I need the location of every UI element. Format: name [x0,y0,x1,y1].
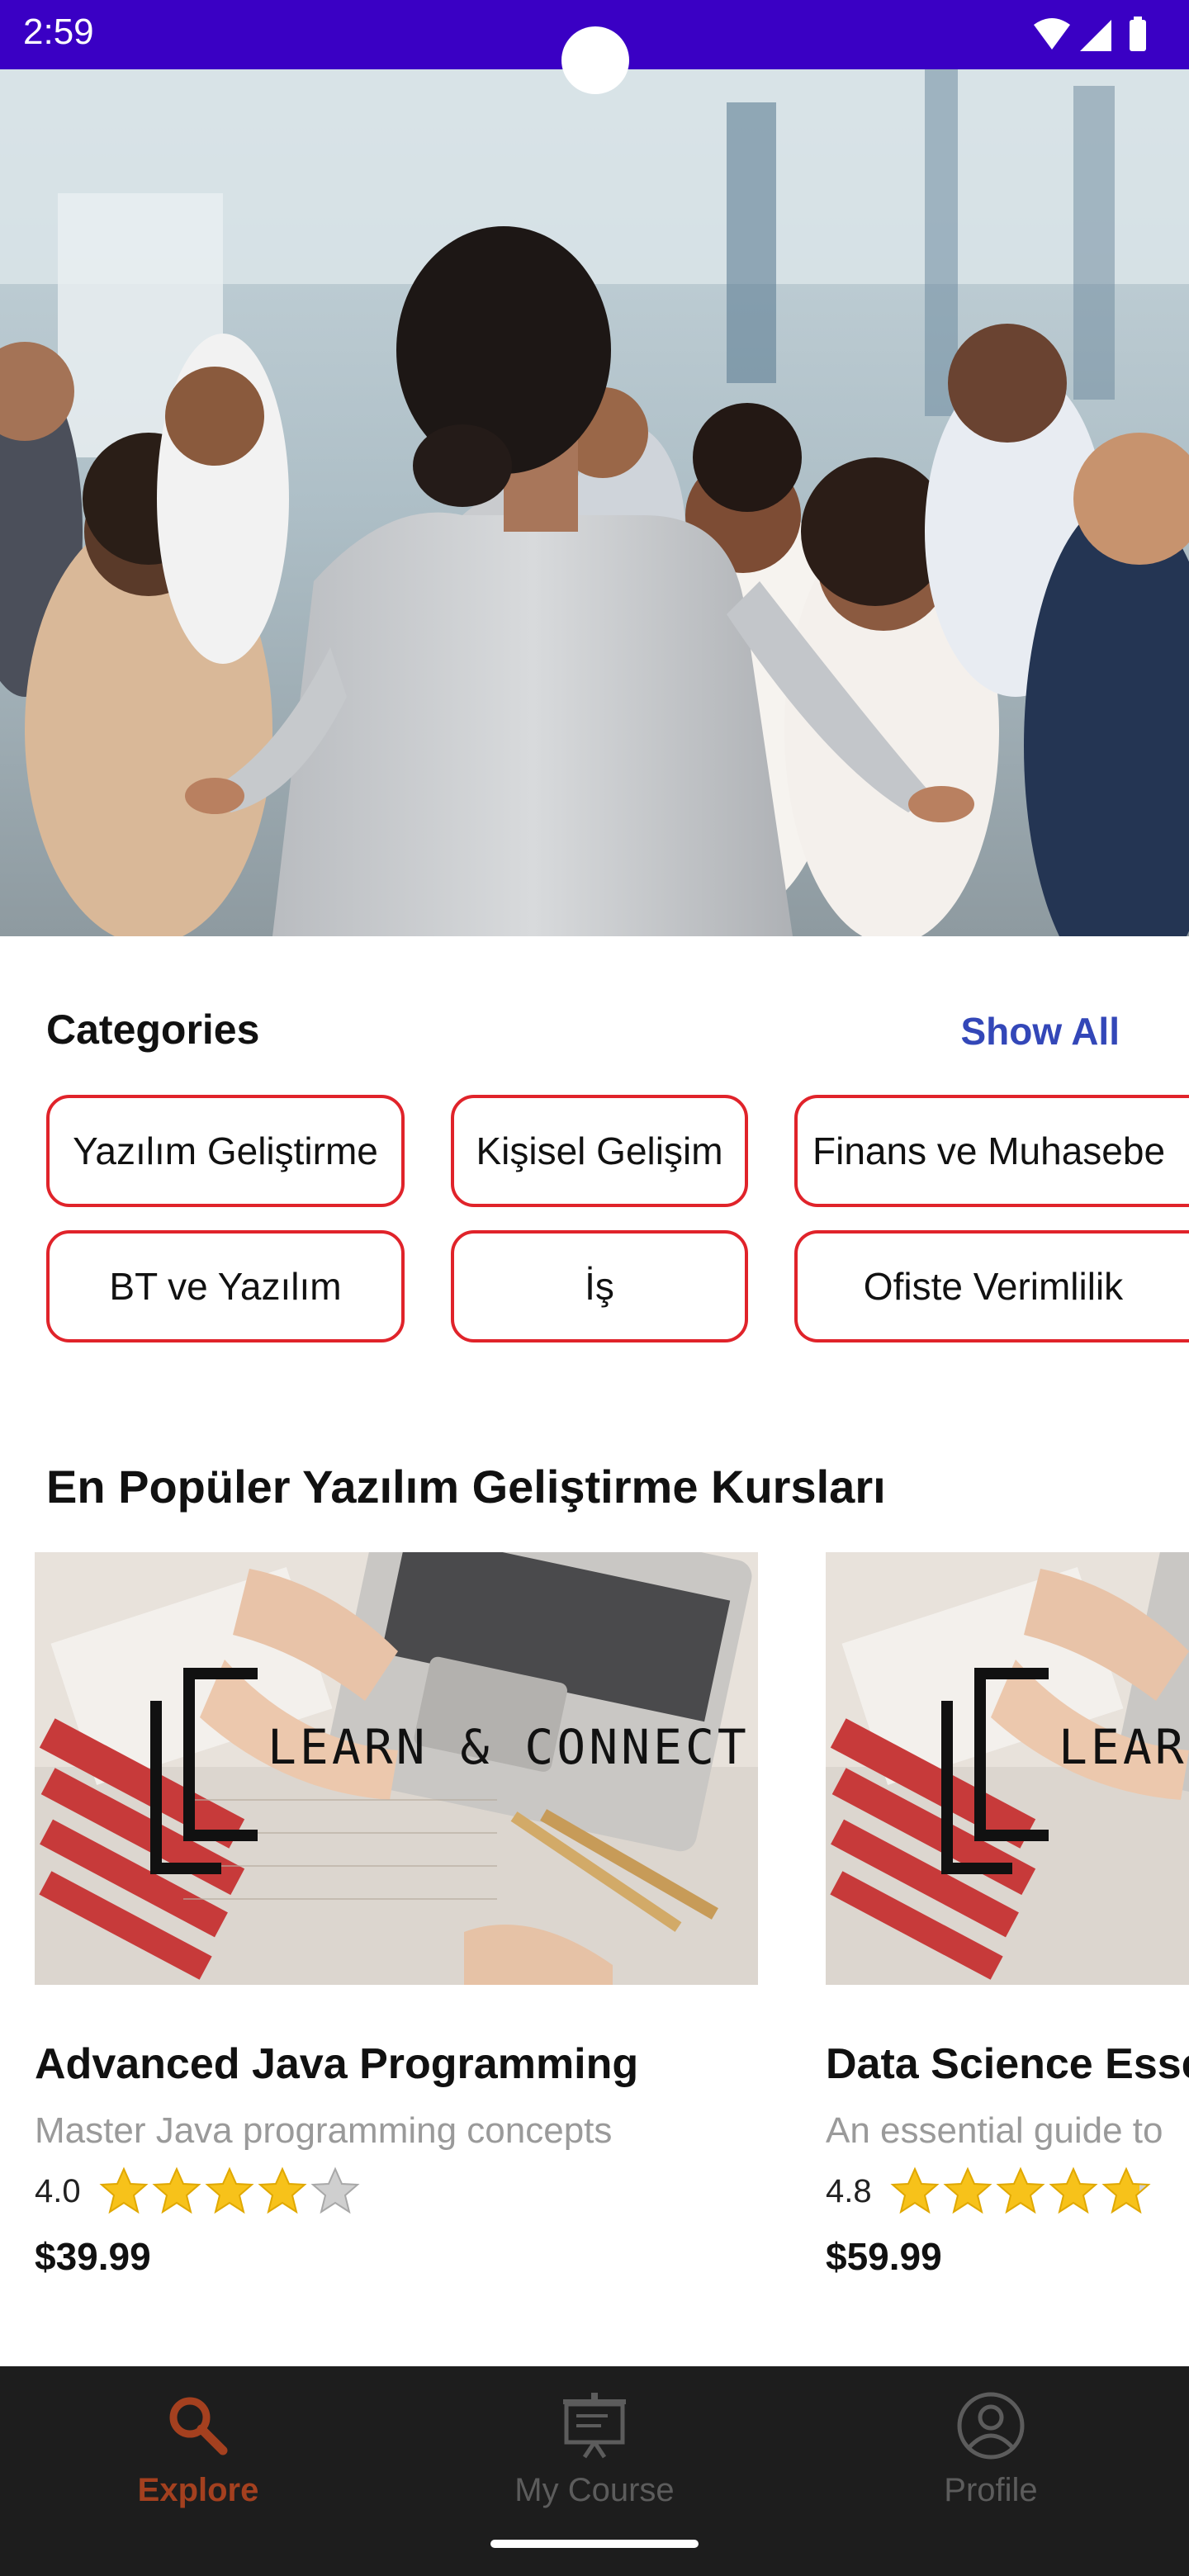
search-icon [169,2397,228,2455]
course-price: $59.99 [826,2235,942,2278]
category-chip-kisisel-gelisim[interactable]: Kişisel Gelişim [451,1095,748,1207]
course-subtitle: Master Java programming concepts [35,2110,613,2151]
nav-profile[interactable]: Profile [867,2391,1115,2515]
rating-stars [99,2166,360,2216]
battery-icon [1130,20,1146,51]
camera-cutout [561,26,629,94]
favorite-heart-icon[interactable] [651,1590,758,1985]
star-icon [152,2166,201,2214]
signal-icon [1080,20,1111,51]
star-icon [99,2166,149,2214]
rating-stars [890,2166,1151,2216]
popular-courses-title: En Popüler Yazılım Geliştirme Kursları [46,1461,886,1513]
course-title: Data Science Esse [826,2040,1189,2088]
star-icon [943,2166,992,2214]
star-icon [205,2166,254,2214]
nav-label-explore: Explore [137,2472,259,2508]
wifi-icon [1034,18,1070,50]
category-chip-ofiste-verimlilik[interactable]: Ofiste Verimlilik [794,1230,1189,1342]
presentation-icon [563,2393,626,2459]
nav-label-profile: Profile [944,2472,1038,2508]
course-price: $39.99 [35,2235,151,2278]
category-chip-finans-ve-muhasebe[interactable]: Finans ve Muhasebe [794,1095,1189,1207]
nav-label-my-course: My Course [514,2472,675,2508]
nav-explore[interactable]: Explore [74,2391,322,2515]
star-icon [1101,2166,1151,2214]
star-icon [1049,2166,1098,2214]
course-card[interactable]: LEARN & CONNECT Advanced Java Programmin… [35,1552,758,2295]
course-thumbnail: LEARN & CONNECT [826,1552,1189,1985]
course-subtitle: An essential guide to [826,2110,1163,2151]
show-all-link[interactable]: Show All [960,1009,1120,1054]
status-time: 2:59 [23,12,94,52]
course-title: Advanced Java Programming [35,2040,639,2088]
nav-my-course[interactable]: My Course [471,2391,718,2515]
star-icon [258,2166,307,2214]
hero-image [0,69,1189,936]
star-icon [890,2166,940,2214]
category-chip-is[interactable]: İş [451,1230,748,1342]
profile-icon [957,2392,1025,2460]
status-icons [1034,17,1146,51]
home-indicator[interactable] [490,2540,699,2548]
course-card[interactable]: LEARN & CONNECT Data Science Esse An ess… [826,1552,1189,2295]
categories-title: Categories [46,1006,260,1053]
bottom-navigation: Explore My Course Profile [0,2366,1189,2576]
course-rating: 4.8 [826,2173,872,2209]
star-icon [996,2166,1045,2214]
category-chip-bt-ve-yazilim[interactable]: BT ve Yazılım [46,1230,405,1342]
category-chip-yazilim-gelistirme[interactable]: Yazılım Geliştirme [46,1095,405,1207]
course-rating: 4.0 [35,2173,81,2209]
course-thumbnail: LEARN & CONNECT [35,1552,758,1985]
star-icon [310,2166,360,2214]
logo-text: LEARN & CONNECT [1059,1719,1189,1775]
